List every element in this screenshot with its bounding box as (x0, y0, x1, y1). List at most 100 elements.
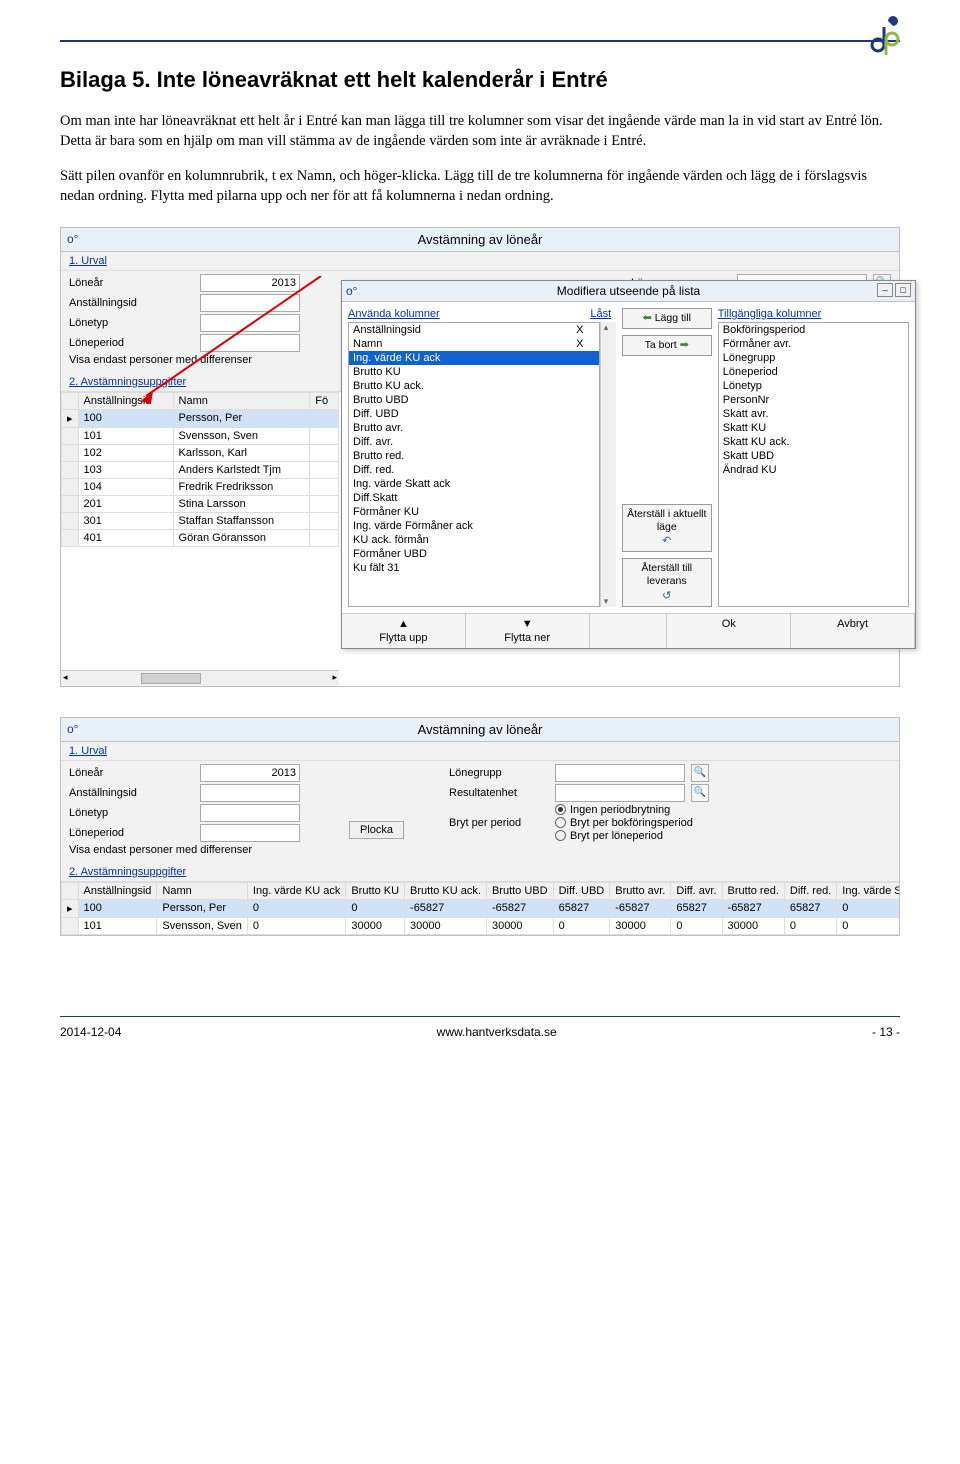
table-row[interactable]: 101Svensson, Sven (62, 427, 339, 444)
move-up-button[interactable]: ▲Flytta upp (342, 614, 466, 648)
plocka-button[interactable]: Plocka (349, 821, 404, 839)
list-item[interactable]: Ing. värde Förmåner ack (349, 519, 599, 533)
label-loneperiod: Löneperiod (69, 337, 194, 349)
persons-table[interactable]: Anställningsid Namn Fö ▸100Persson, Per1… (61, 392, 339, 547)
scrollbar-vertical[interactable] (600, 322, 616, 607)
table-row[interactable]: 301Staffan Staffansson (62, 512, 339, 529)
table-row[interactable]: 401Göran Göransson (62, 529, 339, 546)
radio-option[interactable]: Bryt per bokföringsperiod (555, 817, 693, 829)
list-item[interactable]: Ku fält 31 (349, 561, 599, 575)
input-lonear[interactable] (200, 274, 300, 292)
footer-url: www.hantverksdata.se (437, 1025, 557, 1039)
app-window-2: o° Avstämning av löneår 1. Urval Löneår … (60, 717, 900, 936)
list-item[interactable]: Diff. red. (349, 463, 599, 477)
available-columns-list[interactable]: BokföringsperiodFörmåner avr.LönegruppLö… (718, 322, 909, 607)
paragraph-1: Om man inte har löneavräknat ett helt år… (60, 111, 900, 152)
list-item[interactable]: NamnX (349, 337, 599, 351)
footer-page: - 13 - (872, 1025, 900, 1039)
input-lonear-2[interactable] (200, 764, 300, 782)
radio-option[interactable]: Ingen periodbrytning (555, 804, 693, 816)
add-column-button[interactable]: ⬅ Lägg till (622, 308, 712, 329)
input-anst-2[interactable] (200, 784, 300, 802)
col-for[interactable]: Fö (310, 392, 339, 409)
label-lonear: Löneår (69, 277, 194, 289)
list-item[interactable]: Skatt KU (719, 421, 908, 435)
list-item[interactable]: Skatt KU ack. (719, 435, 908, 449)
footer-date: 2014-12-04 (60, 1025, 121, 1039)
used-columns-list[interactable]: AnställningsidXNamnXIng. värde KU ackBru… (348, 322, 600, 607)
list-item[interactable]: Skatt UBD (719, 449, 908, 463)
filter-form-2: Löneår Anställningsid Lönetyp Löneperiod… (61, 761, 899, 863)
minimize-icon[interactable]: – (877, 283, 893, 297)
list-item[interactable]: Bokföringsperiod (719, 323, 908, 337)
move-down-button[interactable]: ▼Flytta ner (466, 614, 590, 648)
label-bryt: Bryt per period (449, 817, 549, 829)
list-item[interactable]: Brutto KU (349, 365, 599, 379)
ok-button[interactable]: Ok (667, 614, 791, 648)
input-anst[interactable] (200, 294, 300, 312)
available-columns-header: Tillgängliga kolumner (718, 308, 909, 322)
list-item[interactable]: Förmåner KU (349, 505, 599, 519)
dialog-title: o° Modifiera utseende på lista – □ (342, 281, 915, 302)
input-lonegrupp-2[interactable] (555, 764, 685, 782)
list-item[interactable]: PersonNr (719, 393, 908, 407)
results-table[interactable]: AnställningsidNamnIng. värde KU ackBrutt… (61, 882, 899, 935)
list-item[interactable]: Ing. värde KU ack (349, 351, 599, 365)
reset-delivery-button[interactable]: Återställ till leverans↺ (622, 558, 712, 606)
list-item[interactable]: Förmåner avr. (719, 337, 908, 351)
label-lonetyp: Lönetyp (69, 317, 194, 329)
table-row[interactable]: 103Anders Karlstedt Tjm (62, 461, 339, 478)
maximize-icon[interactable]: □ (895, 283, 911, 297)
input-lonetyp-2[interactable] (200, 804, 300, 822)
list-item[interactable]: Lönegrupp (719, 351, 908, 365)
table-row[interactable]: 101Svensson, Sven03000030000300000300000… (62, 917, 900, 934)
label-anst: Anställningsid (69, 297, 194, 309)
col-id[interactable]: Anställningsid (78, 392, 173, 409)
table-row[interactable]: ▸100Persson, Per (62, 409, 339, 427)
list-item[interactable]: Brutto UBD (349, 393, 599, 407)
locked-header: Låst (586, 308, 616, 322)
search-icon[interactable]: 🔍 (691, 764, 709, 782)
page-heading: Bilaga 5. Inte löneavräknat ett helt kal… (60, 67, 900, 93)
list-item[interactable]: Lönetyp (719, 379, 908, 393)
list-item[interactable]: AnställningsidX (349, 323, 599, 337)
list-item[interactable]: Brutto red. (349, 449, 599, 463)
input-loneperiod[interactable] (200, 334, 300, 352)
app-icon: o° (67, 722, 78, 736)
window-title-2: Avstämning av löneår (61, 718, 899, 742)
list-item[interactable]: Ing. värde Skatt ack (349, 477, 599, 491)
table-row[interactable]: 104Fredrik Fredriksson (62, 478, 339, 495)
input-resultat-2[interactable] (555, 784, 685, 802)
list-item[interactable]: Skatt avr. (719, 407, 908, 421)
bryt-radio-group: Ingen periodbrytningBryt per bokföringsp… (555, 804, 693, 842)
reset-current-button[interactable]: Återställ i aktuellt läge↶ (622, 504, 712, 552)
radio-option[interactable]: Bryt per löneperiod (555, 830, 693, 842)
list-item[interactable]: Brutto avr. (349, 421, 599, 435)
list-item[interactable]: Brutto KU ack. (349, 379, 599, 393)
table-row[interactable]: 102Karlsson, Karl (62, 444, 339, 461)
section-1-link[interactable]: 1. Urval (61, 742, 899, 761)
brand-logo (870, 15, 900, 60)
input-lonetyp[interactable] (200, 314, 300, 332)
list-item[interactable]: Löneperiod (719, 365, 908, 379)
col-namn[interactable]: Namn (173, 392, 310, 409)
search-icon[interactable]: 🔍 (691, 784, 709, 802)
input-loneperiod-2[interactable] (200, 824, 300, 842)
paragraph-2: Sätt pilen ovanför en kolumnrubrik, t ex… (60, 166, 900, 207)
app-icon: o° (67, 232, 78, 246)
list-item[interactable]: Ändrad KU (719, 463, 908, 477)
remove-column-button[interactable]: Ta bort ➡ (622, 335, 712, 356)
list-item[interactable]: Diff.Skatt (349, 491, 599, 505)
list-item[interactable]: Förmåner UBD (349, 547, 599, 561)
cancel-button[interactable]: Avbryt (791, 614, 915, 648)
scrollbar-horizontal[interactable]: ◂ ▸ (61, 670, 339, 686)
window-title: Avstämning av löneår (61, 228, 899, 252)
list-item[interactable]: KU ack. förmån (349, 533, 599, 547)
section-1-link[interactable]: 1. Urval (61, 252, 899, 271)
table-row[interactable]: ▸100Persson, Per00-65827-6582765827-6582… (62, 899, 900, 917)
used-columns-header: Använda kolumner (348, 308, 586, 322)
list-item[interactable]: Diff. avr. (349, 435, 599, 449)
table-row[interactable]: 201Stina Larsson (62, 495, 339, 512)
section-2-link[interactable]: 2. Avstämningsuppgifter (61, 863, 899, 882)
list-item[interactable]: Diff. UBD (349, 407, 599, 421)
